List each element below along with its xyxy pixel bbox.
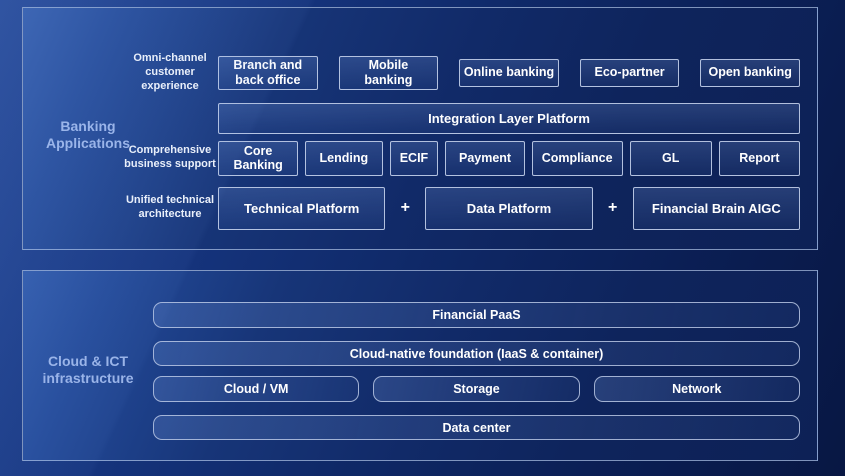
technical-architecture-row: Unified technical architecture Technical… bbox=[122, 187, 800, 230]
business-support-row: Comprehensive business support Core Bank… bbox=[122, 141, 800, 176]
report-box: Report bbox=[719, 141, 800, 176]
gl-box: GL bbox=[630, 141, 712, 176]
data-center-bar: Data center bbox=[153, 415, 800, 440]
financial-paas-bar: Financial PaaS bbox=[153, 302, 800, 328]
plus-separator-2: + bbox=[593, 199, 633, 217]
financial-brain-aigc-box: Financial Brain AIGC bbox=[633, 187, 800, 230]
compliance-box: Compliance bbox=[532, 141, 623, 176]
lending-box: Lending bbox=[305, 141, 382, 176]
plus-separator-1: + bbox=[385, 199, 425, 217]
omni-channel-row: Omni-channel customer experience Branch … bbox=[122, 52, 800, 94]
omni-channel-label: Omni-channel customer experience bbox=[122, 52, 218, 94]
cloud-native-foundation-bar: Cloud-native foundation (IaaS & containe… bbox=[153, 341, 800, 366]
integration-layer-platform-bar: Integration Layer Platform bbox=[218, 103, 800, 134]
banking-applications-panel: Banking Applications Omni-channel custom… bbox=[22, 7, 818, 250]
branch-back-office-box: Branch and back office bbox=[218, 56, 318, 90]
architecture-diagram: Banking Applications Omni-channel custom… bbox=[0, 0, 845, 476]
network-box: Network bbox=[594, 376, 800, 402]
ecif-box: ECIF bbox=[390, 141, 439, 176]
payment-box: Payment bbox=[445, 141, 524, 176]
integration-row: Integration Layer Platform bbox=[122, 103, 800, 134]
banking-rows: Omni-channel customer experience Branch … bbox=[122, 8, 800, 230]
data-platform-box: Data Platform bbox=[425, 187, 592, 230]
core-banking-box: Core Banking bbox=[218, 141, 298, 176]
business-support-boxes: Core Banking Lending ECIF Payment Compli… bbox=[218, 141, 800, 176]
banking-applications-label: Banking Applications bbox=[29, 118, 147, 152]
technical-architecture-label: Unified technical architecture bbox=[122, 194, 218, 222]
open-banking-box: Open banking bbox=[700, 59, 800, 87]
cloud-ict-panel: Cloud & ICT infrastructure Financial Paa… bbox=[22, 270, 818, 461]
resource-row: Cloud / VM Storage Network bbox=[153, 376, 800, 402]
mobile-banking-box: Mobile banking bbox=[339, 56, 439, 90]
technical-platform-box: Technical Platform bbox=[218, 187, 385, 230]
cloud-vm-box: Cloud / VM bbox=[153, 376, 359, 402]
cloud-ict-content: Financial PaaS Cloud-native foundation (… bbox=[153, 271, 800, 440]
technical-architecture-boxes: Technical Platform + Data Platform + Fin… bbox=[218, 187, 800, 230]
cloud-ict-label: Cloud & ICT infrastructure bbox=[29, 353, 147, 387]
online-banking-box: Online banking bbox=[459, 59, 559, 87]
eco-partner-box: Eco-partner bbox=[580, 59, 680, 87]
storage-box: Storage bbox=[373, 376, 579, 402]
omni-channel-boxes: Branch and back office Mobile banking On… bbox=[218, 56, 800, 90]
